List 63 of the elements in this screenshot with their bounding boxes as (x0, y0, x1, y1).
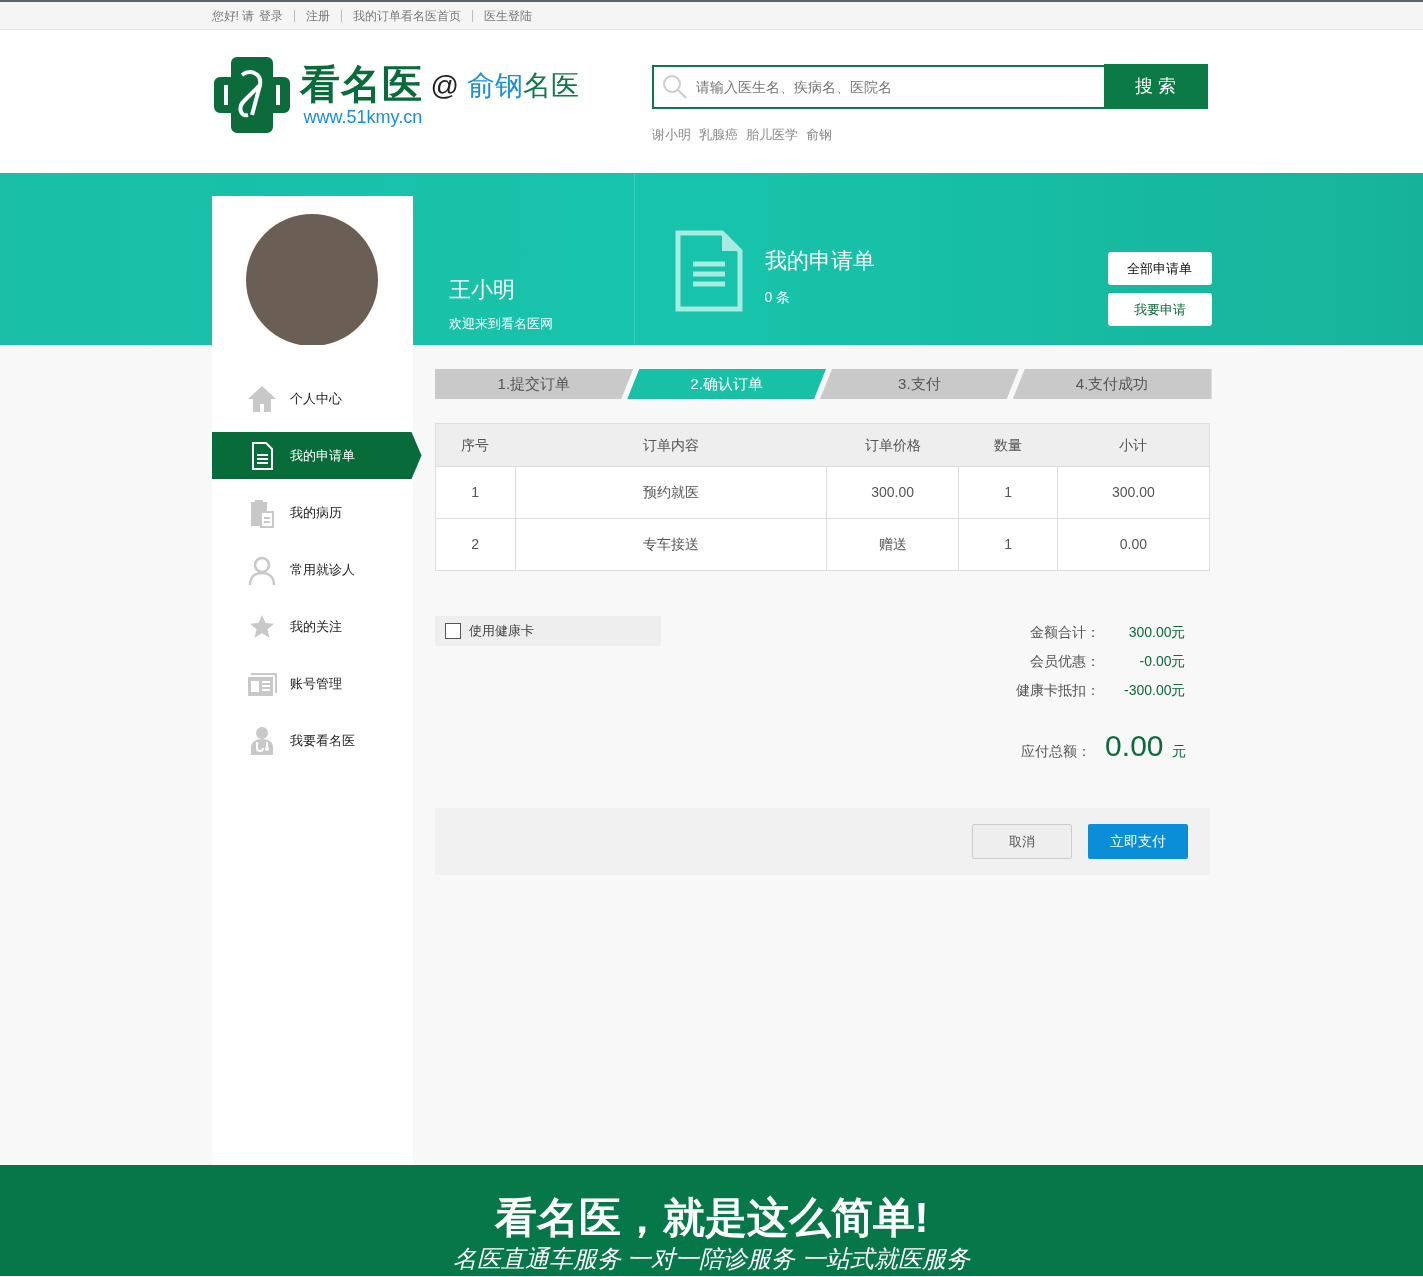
hot-search-link[interactable]: 俞钢 (805, 127, 832, 142)
table-cell: 专车接送 (515, 518, 827, 571)
total-value: -0.00元 (1138, 652, 1186, 671)
hot-search-link[interactable]: 乳腺癌 (698, 127, 738, 142)
footer-slogan: 看名医，就是这么简单! (493, 1197, 930, 1239)
top-link[interactable]: 登录 (259, 6, 284, 25)
sidebar-item[interactable]: 账号管理 (211, 660, 413, 707)
table-cell: 1 (958, 518, 1058, 571)
total-label: 会员优惠： (1029, 652, 1100, 671)
welcome-text: 欢迎来到看名医网 (448, 315, 554, 333)
table-cell: 1 (435, 466, 516, 519)
at-sign: @ (430, 70, 459, 101)
document-icon (674, 230, 743, 312)
table-cell: 预约就医 (515, 466, 827, 519)
greeting-text: 您好! 请 (211, 7, 255, 25)
pay-button[interactable]: 立即支付 (1087, 824, 1188, 859)
column-header: 序号 (435, 423, 516, 467)
top-link[interactable]: 注册 (294, 9, 331, 22)
user-name: 王小明 (448, 276, 516, 304)
payable-amount: 0.00 (1105, 728, 1164, 764)
health-card-option[interactable]: 使用健康卡 (434, 616, 661, 646)
table-cell: 赠送 (826, 518, 959, 571)
sidebar-item[interactable]: 个人中心 (211, 375, 413, 422)
top-link[interactable]: 医生登陆 (472, 9, 533, 22)
currency-unit: 元 (1171, 742, 1186, 761)
logo-text: 看名医 (299, 64, 423, 104)
column-header: 订单价格 (826, 423, 959, 467)
table-cell: 2 (435, 518, 516, 571)
sidebar-item[interactable]: 我的关注 (211, 603, 413, 650)
footer-services: 名医直通车服务 一对一陪诊服务 一站式就医服务 (451, 1247, 972, 1271)
top-link[interactable]: 看名医首页 (401, 6, 462, 25)
column-header: 数量 (958, 423, 1058, 467)
partner-name: 俞钢 (466, 70, 523, 101)
partner-suffix: 名医 (522, 70, 579, 101)
sidebar-item[interactable]: 常用就诊人 (211, 546, 413, 593)
payable-label: 应付总额： (1021, 742, 1092, 761)
sidebar-item[interactable]: 我的病历 (211, 489, 413, 536)
column-header: 小计 (1057, 423, 1209, 467)
table-cell: 1 (958, 466, 1058, 519)
search-icon (661, 74, 688, 100)
total-label: 金额合计： (1029, 623, 1100, 642)
search-button[interactable]: 搜 索 (1103, 64, 1208, 108)
total-value: 300.00元 (1127, 623, 1186, 642)
count-text: 0 条 (764, 288, 792, 307)
cancel-button[interactable]: 取消 (971, 824, 1072, 859)
apply-button[interactable]: 我要申请 (1107, 293, 1212, 326)
all-requests-button[interactable]: 全部申请单 (1107, 252, 1212, 285)
total-value: -300.00元 (1123, 681, 1186, 700)
logo-url: www.51kmy.cn (303, 108, 423, 126)
checkbox[interactable] (444, 623, 461, 639)
top-link[interactable]: 我的订单 (341, 9, 402, 22)
table-cell: 300.00 (1057, 466, 1209, 519)
section-title: 我的申请单 (764, 247, 875, 275)
sidebar-item[interactable]: 我要看名医 (211, 717, 413, 764)
total-label: 健康卡抵扣： (1015, 681, 1100, 700)
table-cell: 300.00 (826, 466, 959, 519)
search-field[interactable]: 请输入医生名、疾病名、医院名 搜 索 (651, 65, 1208, 109)
hot-search-link[interactable]: 谢小明 (651, 127, 691, 142)
logo-cross-icon (211, 55, 292, 135)
sidebar-item[interactable]: 我的申请单 (211, 432, 422, 479)
table-cell: 0.00 (1057, 518, 1209, 571)
column-header: 订单内容 (515, 423, 827, 467)
hot-search-link[interactable]: 胎儿医学 (745, 127, 798, 142)
